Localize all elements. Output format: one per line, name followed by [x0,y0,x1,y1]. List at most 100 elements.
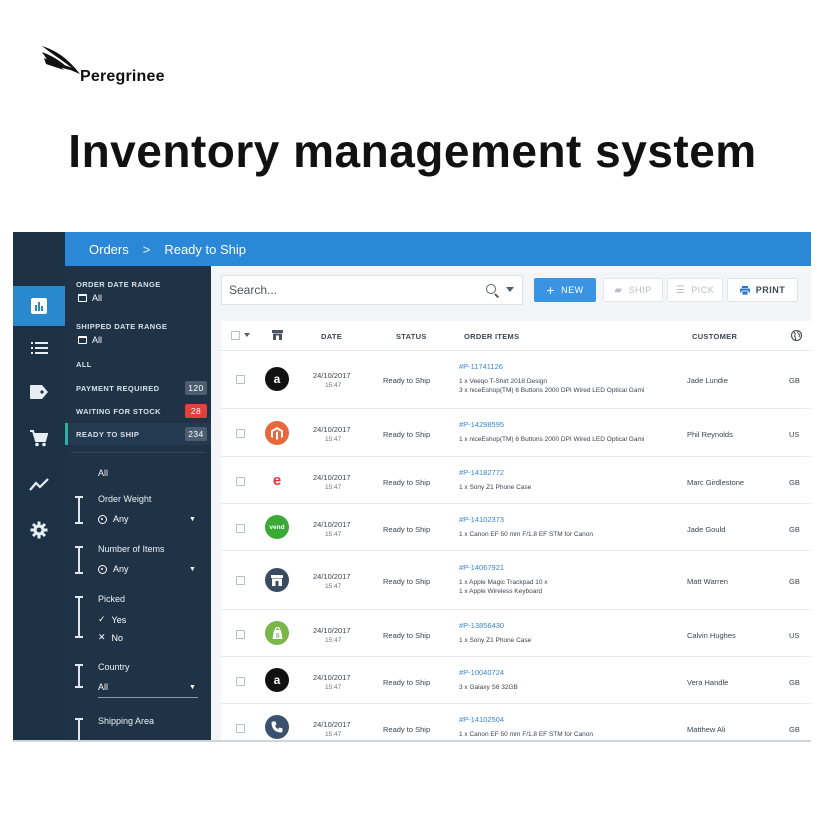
chevron-down-icon[interactable] [506,287,514,292]
customer-name: Jade Gould [687,525,726,534]
order-id-link[interactable]: #P-14102504 [459,715,593,724]
chevron-down-icon: ▼ [189,684,196,691]
country-code: GB [789,725,800,734]
number-of-items-slider[interactable] [75,546,83,574]
order-id-link[interactable]: #P-14182772 [459,468,531,477]
order-items: #P-14182772 1 x Sony Z1 Phone Case [459,468,532,491]
table-row[interactable]: S 24/10/2017 15:47 Ready to Ship #P-1385… [221,610,811,657]
country-select[interactable]: All [98,682,108,692]
country-code: GB [789,376,800,385]
date-column-header[interactable]: DATE [321,332,342,341]
table-row[interactable]: 24/10/2017 15:47 Ready to Ship #P-140679… [221,551,811,610]
print-button[interactable]: PRINT [727,278,798,302]
table-header: DATE STATUS ORDER ITEMS CUSTOMER [221,321,811,351]
order-items: #P-14102504 1 x Canon EF 50 mm F/1.8 EF … [459,715,594,738]
order-date-range-select[interactable]: All [78,293,102,303]
nav-products-button[interactable] [13,372,65,412]
order-items: #P-14298595 1 x niceEshop(TM) 6 Buttons … [459,420,645,443]
magento-icon [265,421,289,445]
breadcrumb-current: Ready to Ship [164,241,246,257]
order-date: 24/10/2017 15:47 [313,425,351,443]
order-status: Ready to Ship [383,430,431,439]
shipped-date-range-select[interactable]: All [78,335,102,345]
nav-orders-button[interactable] [13,328,65,368]
truck-icon: ▰ [614,284,623,296]
breadcrumb-orders-link[interactable]: Orders [89,242,129,257]
picked-yes-option[interactable]: ✓ Yes [98,614,126,625]
wing-logo-icon [42,46,80,74]
status-column-header[interactable]: STATUS [396,332,427,341]
customer-name: Calvin Hughes [687,631,736,640]
order-date: 24/10/2017 15:47 [313,673,351,691]
plus-icon: + [546,282,556,298]
ship-button-label: SHIP [628,285,652,295]
row-checkbox[interactable] [236,429,245,438]
order-id-link[interactable]: #P-13856430 [459,621,531,630]
order-id-link[interactable]: #P-10040724 [459,668,518,677]
row-checkbox[interactable] [236,677,245,686]
number-of-items-select[interactable]: Any [98,564,129,574]
table-row[interactable]: 24/10/2017 15:47 Ready to Ship #P-142985… [221,409,811,457]
order-weight-value: Any [113,514,129,524]
select-all-checkbox[interactable] [231,331,240,340]
table-row[interactable]: a 24/10/2017 15:47 Ready to Ship #P-1174… [221,351,811,409]
chevron-down-icon[interactable] [244,333,250,337]
order-weight-slider[interactable] [75,496,83,524]
order-id-link[interactable]: #P-14102373 [459,515,593,524]
order-weight-title: Order Weight [98,494,152,504]
order-status: Ready to Ship [383,478,431,487]
table-row[interactable]: a 24/10/2017 15:47 Ready to Ship #P-1004… [221,657,811,704]
picked-no-option[interactable]: ✕ No [98,632,123,643]
country-code: US [789,631,800,640]
row-checkbox[interactable] [236,375,245,384]
nav-reports-button[interactable] [13,464,65,504]
cart-icon [30,429,48,446]
order-status: Ready to Ship [383,525,431,534]
order-date-range-value: All [92,293,103,303]
new-order-button[interactable]: + NEW [534,278,596,302]
order-status: Ready to Ship [383,678,431,687]
order-status: Ready to Ship [383,725,431,734]
country-slider[interactable] [75,664,83,688]
row-checkbox[interactable] [236,524,245,533]
row-checkbox[interactable] [236,576,245,585]
row-checkbox[interactable] [236,630,245,639]
nav-settings-button[interactable] [13,510,65,550]
app-window: Orders > Ready to Ship ORDER DATE RANGE … [13,232,811,742]
order-status: Ready to Ship [383,376,431,385]
table-row[interactable]: vend 24/10/2017 15:47 Ready to Ship #P-1… [221,504,811,551]
search-icon[interactable] [486,284,496,294]
status-payment-required-filter[interactable]: PAYMENT REQUIRED 120 [65,377,211,399]
breadcrumb-separator: > [142,241,151,257]
search-input[interactable]: Search... [229,283,277,297]
order-items-column-header[interactable]: ORDER ITEMS [464,332,519,341]
row-checkbox[interactable] [236,477,245,486]
row-checkbox[interactable] [236,724,245,733]
shipping-area-slider[interactable] [75,718,83,740]
status-ready-to-ship-filter[interactable]: READY TO SHIP 234 [65,423,211,445]
order-items: #P-13856430 1 x Sony Z1 Phone Case [459,621,532,644]
search-field[interactable]: Search... [221,275,523,305]
ebay-icon: e [265,468,289,492]
status-all-filter[interactable]: ALL [65,353,211,375]
nav-dashboard-button[interactable] [13,286,65,326]
table-row[interactable]: 24/10/2017 15:47 Ready to Ship #P-141025… [221,704,811,740]
table-row[interactable]: e 24/10/2017 15:47 Ready to Ship #P-1418… [221,457,811,504]
customer-column-header[interactable]: CUSTOMER [692,332,737,341]
print-button-label: PRINT [755,285,786,295]
nav-rail [13,232,65,740]
picked-slider[interactable] [75,596,83,638]
order-items: #P-14067921 1 x Apple Magic Trackpad 10 … [459,563,548,595]
amazon-icon: a [265,367,289,391]
pick-button[interactable]: ☰ PICK [667,278,723,302]
status-label: PAYMENT REQUIRED [76,383,160,393]
order-weight-select[interactable]: Any [98,514,129,524]
customer-name: Marc Girdlestone [687,478,745,487]
order-id-link[interactable]: #P-14298595 [459,420,644,429]
nav-purchases-button[interactable] [13,418,65,458]
customer-name: Jade Lundie [687,376,728,385]
ship-button[interactable]: ▰ SHIP [603,278,663,302]
order-id-link[interactable]: #P-14067921 [459,563,548,572]
status-waiting-for-stock-filter[interactable]: WAITING FOR STOCK 28 [65,400,211,422]
order-id-link[interactable]: #P-11741126 [459,362,644,371]
